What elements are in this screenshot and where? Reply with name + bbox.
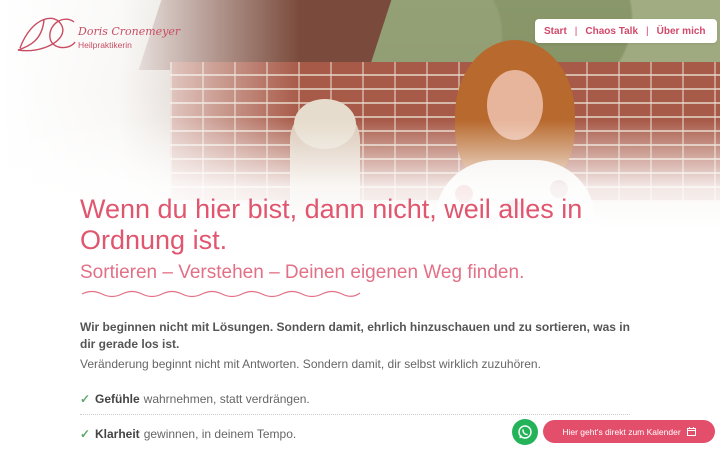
calendar-button-label: Hier geht's direkt zum Kalender	[562, 426, 681, 437]
calendar-button[interactable]: Hier geht's direkt zum Kalender	[543, 420, 715, 443]
page-subheadline: Sortieren – Verstehen – Deinen eigenen W…	[80, 262, 525, 283]
checklist-item-text: wahrnehmen, statt verdrängen.	[143, 392, 310, 406]
checklist-item: ✓ Gefühle wahrnehmen, statt verdrängen.	[80, 389, 640, 409]
whatsapp-icon	[518, 425, 532, 439]
checklist-item-bold: Gefühle	[95, 392, 140, 406]
checklist-item-text: gewinnen, in deinem Tempo.	[143, 427, 297, 441]
logo-name: Doris Cronemeyer	[78, 25, 181, 38]
logo-subtitle: Heilpraktikerin	[78, 40, 132, 50]
calendar-icon	[686, 427, 696, 436]
site-logo[interactable]: Doris Cronemeyer Heilpraktikerin	[12, 10, 182, 54]
nav-separator: |	[574, 25, 578, 37]
nav-separator: |	[646, 25, 649, 37]
main-nav: Start | Chaos Talk | Über mich	[535, 19, 717, 43]
check-icon: ✓	[80, 427, 91, 441]
nav-item-chaos-talk[interactable]: Chaos Talk	[585, 26, 638, 37]
whatsapp-button[interactable]	[512, 419, 538, 445]
checklist-item-bold: Klarheit	[95, 427, 140, 441]
squiggle-divider-icon	[81, 290, 361, 298]
check-icon: ✓	[80, 392, 91, 406]
intro-bold-text: Wir beginnen nicht mit Lösungen. Sondern…	[80, 320, 630, 351]
page-headline: Wenn du hier bist, dann nicht, weil alle…	[80, 194, 583, 255]
nav-item-start[interactable]: Start	[544, 26, 567, 37]
intro-text: Veränderung beginnt nicht mit Antworten.…	[80, 357, 541, 371]
nav-item-ueber-mich[interactable]: Über mich	[657, 26, 706, 37]
checklist-divider	[80, 414, 630, 415]
logo-monogram-icon	[17, 17, 76, 52]
